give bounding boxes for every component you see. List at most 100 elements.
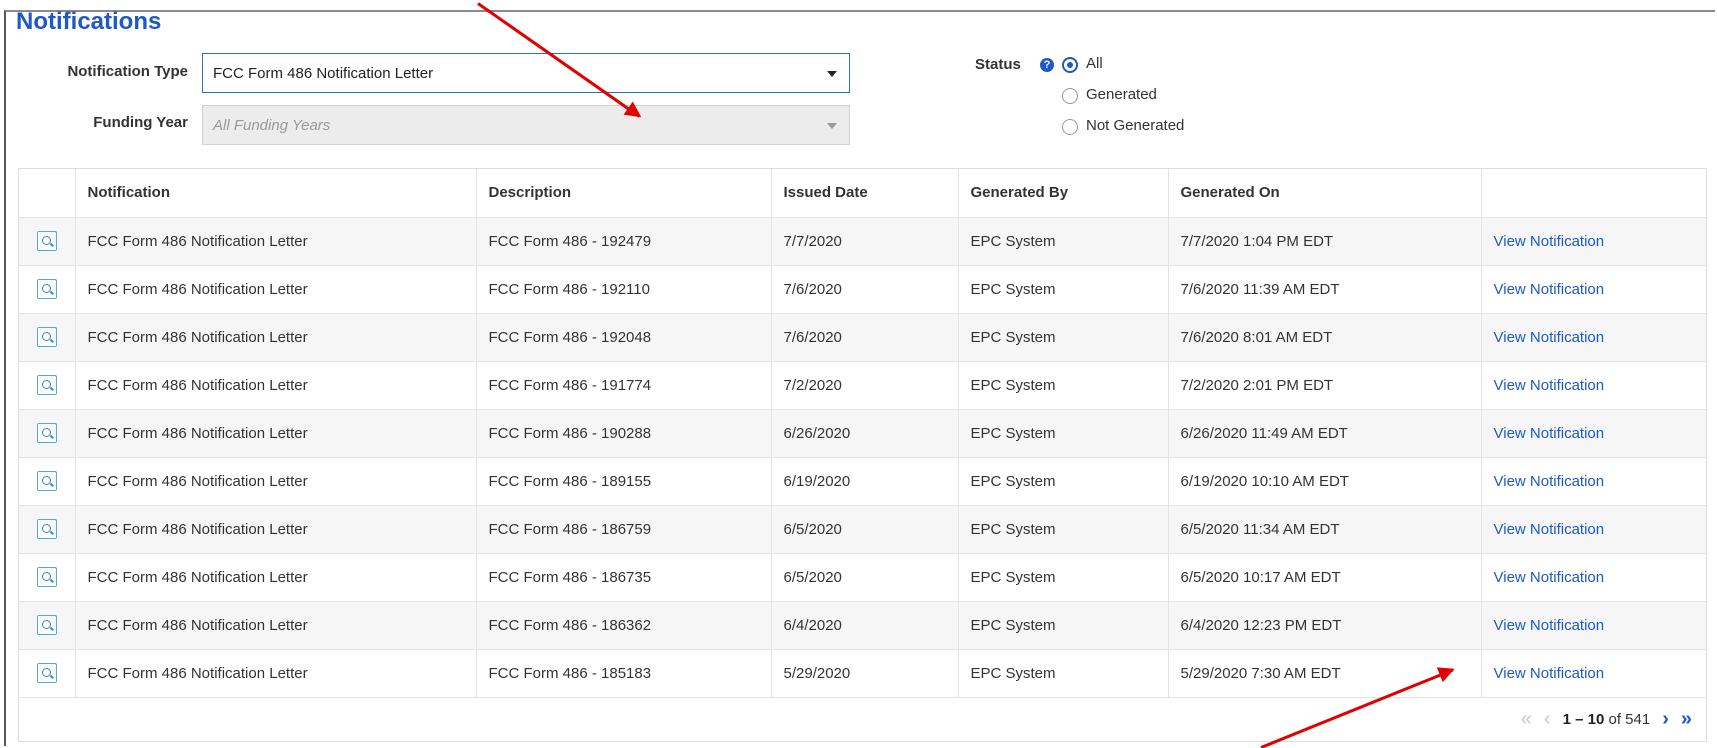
cell-action: View Notification bbox=[1481, 408, 1706, 457]
magnifier-icon[interactable] bbox=[36, 567, 57, 587]
row-view-cell bbox=[19, 312, 76, 361]
view-notification-link[interactable]: View Notification bbox=[1494, 281, 1605, 298]
cell-action: View Notification bbox=[1481, 456, 1706, 505]
cell-generated-on: 6/19/2020 10:10 AM EDT bbox=[1168, 456, 1482, 505]
cell-notification: FCC Form 486 Notification Letter bbox=[75, 504, 477, 553]
row-view-cell bbox=[19, 216, 76, 265]
cell-notification: FCC Form 486 Notification Letter bbox=[75, 456, 477, 505]
magnifier-icon[interactable] bbox=[36, 471, 57, 491]
notification-type-select[interactable]: FCC Form 486 Notification Letter bbox=[202, 53, 850, 93]
cell-notification: FCC Form 486 Notification Letter bbox=[75, 264, 477, 313]
magnifier-icon[interactable] bbox=[36, 327, 57, 347]
view-notification-link[interactable]: View Notification bbox=[1494, 569, 1605, 586]
row-view-cell bbox=[19, 360, 76, 409]
cell-generated-by: EPC System bbox=[958, 648, 1169, 697]
view-notification-link[interactable]: View Notification bbox=[1494, 473, 1605, 490]
header-notification[interactable]: Notification bbox=[75, 169, 477, 217]
header-action-column bbox=[1481, 169, 1706, 217]
cell-description: FCC Form 486 - 189155 bbox=[476, 456, 772, 505]
next-page-icon[interactable]: › bbox=[1662, 709, 1669, 729]
table-header-row: Notification Description Issued Date Gen… bbox=[19, 169, 1706, 217]
cell-generated-by: EPC System bbox=[958, 312, 1169, 361]
cell-issued-date: 6/26/2020 bbox=[771, 408, 959, 457]
magnifier-icon[interactable] bbox=[36, 519, 57, 539]
radio-selected-icon[interactable] bbox=[1062, 57, 1078, 73]
cell-generated-by: EPC System bbox=[958, 600, 1169, 649]
magnifier-icon[interactable] bbox=[36, 375, 57, 395]
caret-down-icon bbox=[827, 71, 837, 77]
cell-issued-date: 7/6/2020 bbox=[771, 312, 959, 361]
cell-description: FCC Form 486 - 186759 bbox=[476, 504, 772, 553]
view-notification-link[interactable]: View Notification bbox=[1494, 233, 1605, 250]
table-row: FCC Form 486 Notification Letter FCC Form… bbox=[19, 504, 1706, 553]
row-view-cell bbox=[19, 552, 76, 601]
view-notification-link[interactable]: View Notification bbox=[1494, 617, 1605, 634]
cell-action: View Notification bbox=[1481, 552, 1706, 601]
cell-generated-on: 5/29/2020 7:30 AM EDT bbox=[1168, 648, 1482, 697]
cell-action: View Notification bbox=[1481, 600, 1706, 649]
header-description[interactable]: Description bbox=[476, 169, 772, 217]
status-option-label: All bbox=[1086, 55, 1103, 72]
cell-description: FCC Form 486 - 191774 bbox=[476, 360, 772, 409]
cell-action: View Notification bbox=[1481, 504, 1706, 553]
radio-unselected-icon[interactable] bbox=[1062, 88, 1078, 104]
cell-issued-date: 6/5/2020 bbox=[771, 504, 959, 553]
cell-action: View Notification bbox=[1481, 312, 1706, 361]
cell-generated-by: EPC System bbox=[958, 552, 1169, 601]
header-generated-on[interactable]: Generated On bbox=[1168, 169, 1482, 217]
view-notification-link[interactable]: View Notification bbox=[1494, 665, 1605, 682]
cell-notification: FCC Form 486 Notification Letter bbox=[75, 216, 477, 265]
cell-generated-by: EPC System bbox=[958, 408, 1169, 457]
pagination: « ‹ 1 – 10 of 541 › » bbox=[19, 697, 1706, 741]
help-icon[interactable]: ? bbox=[1040, 58, 1054, 72]
cell-description: FCC Form 486 - 192110 bbox=[476, 264, 772, 313]
cell-action: View Notification bbox=[1481, 264, 1706, 313]
cell-action: View Notification bbox=[1481, 360, 1706, 409]
row-view-cell bbox=[19, 504, 76, 553]
cell-issued-date: 5/29/2020 bbox=[771, 648, 959, 697]
cell-notification: FCC Form 486 Notification Letter bbox=[75, 648, 477, 697]
cell-generated-on: 6/26/2020 11:49 AM EDT bbox=[1168, 408, 1482, 457]
page-total: 541 bbox=[1625, 710, 1651, 728]
cell-generated-by: EPC System bbox=[958, 504, 1169, 553]
cell-issued-date: 6/4/2020 bbox=[771, 600, 959, 649]
table-row: FCC Form 486 Notification Letter FCC Form… bbox=[19, 216, 1706, 265]
row-view-cell bbox=[19, 648, 76, 697]
funding-year-label: Funding Year bbox=[93, 114, 188, 131]
page-range-value: 1 – 10 bbox=[1562, 710, 1605, 728]
magnifier-icon[interactable] bbox=[36, 279, 57, 299]
row-view-cell bbox=[19, 408, 76, 457]
page-range-of: of bbox=[1608, 710, 1621, 728]
cell-issued-date: 6/19/2020 bbox=[771, 456, 959, 505]
magnifier-icon[interactable] bbox=[36, 615, 57, 635]
header-issued-date[interactable]: Issued Date bbox=[771, 169, 959, 217]
first-page-icon: « bbox=[1520, 708, 1532, 730]
header-generated-by[interactable]: Generated By bbox=[958, 169, 1169, 217]
cell-action: View Notification bbox=[1481, 216, 1706, 265]
table-row: FCC Form 486 Notification Letter FCC Form… bbox=[19, 552, 1706, 601]
last-page-icon[interactable]: » bbox=[1681, 709, 1692, 729]
notification-type-value: FCC Form 486 Notification Letter bbox=[213, 65, 434, 82]
funding-year-select[interactable]: All Funding Years bbox=[202, 105, 850, 145]
radio-unselected-icon[interactable] bbox=[1062, 119, 1078, 135]
table-row: FCC Form 486 Notification Letter FCC Form… bbox=[19, 408, 1706, 457]
notification-type-label: Notification Type bbox=[67, 63, 188, 80]
cell-issued-date: 7/7/2020 bbox=[771, 216, 959, 265]
cell-description: FCC Form 486 - 190288 bbox=[476, 408, 772, 457]
cell-description: FCC Form 486 - 192048 bbox=[476, 312, 772, 361]
cell-generated-by: EPC System bbox=[958, 360, 1169, 409]
magnifier-icon[interactable] bbox=[36, 423, 57, 443]
view-notification-link[interactable]: View Notification bbox=[1494, 329, 1605, 346]
cell-generated-on: 7/6/2020 11:39 AM EDT bbox=[1168, 264, 1482, 313]
header-icon-column bbox=[19, 169, 76, 217]
cell-description: FCC Form 486 - 186362 bbox=[476, 600, 772, 649]
table-row: FCC Form 486 Notification Letter FCC Form… bbox=[19, 456, 1706, 505]
view-notification-link[interactable]: View Notification bbox=[1494, 521, 1605, 538]
funding-year-value: All Funding Years bbox=[213, 117, 331, 134]
view-notification-link[interactable]: View Notification bbox=[1494, 425, 1605, 442]
cell-notification: FCC Form 486 Notification Letter bbox=[75, 360, 477, 409]
view-notification-link[interactable]: View Notification bbox=[1494, 377, 1605, 394]
magnifier-icon[interactable] bbox=[36, 231, 57, 251]
cell-notification: FCC Form 486 Notification Letter bbox=[75, 408, 477, 457]
magnifier-icon[interactable] bbox=[36, 663, 57, 684]
